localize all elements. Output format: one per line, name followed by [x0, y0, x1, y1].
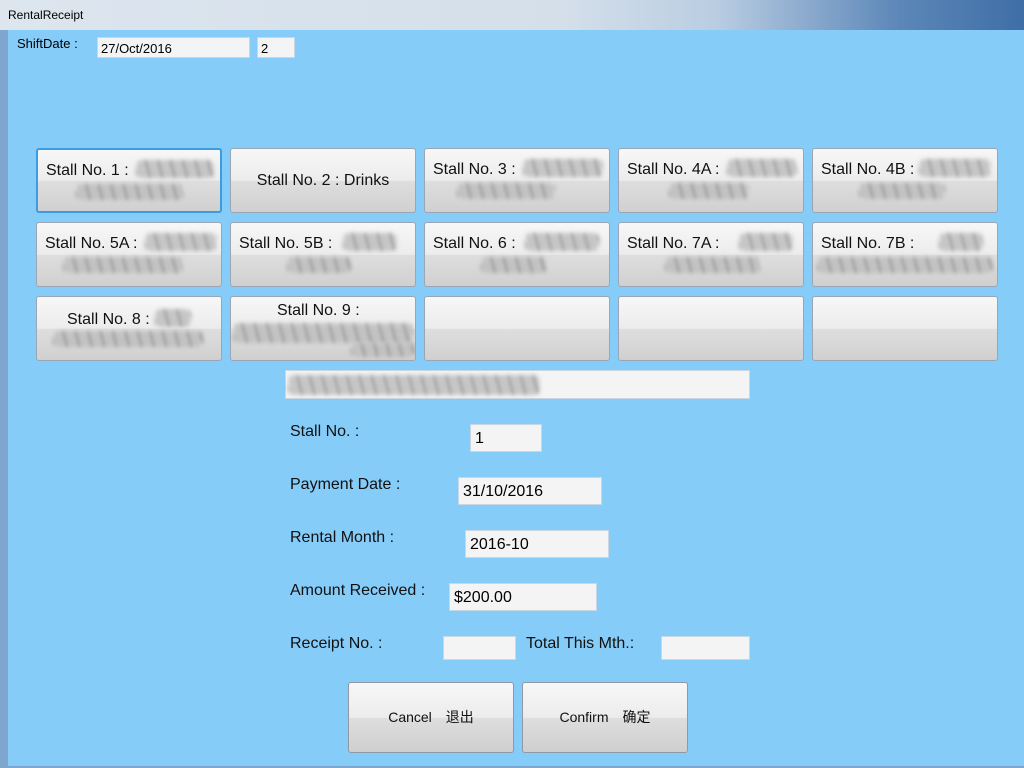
stall-button-7b[interactable]: Stall No. 7B :	[812, 222, 998, 287]
window-title-bar[interactable]: RentalReceipt	[0, 0, 1024, 31]
rental-month-label: Rental Month :	[290, 529, 395, 546]
redacted-text	[919, 159, 991, 177]
stall-button-8[interactable]: Stall No. 8 :	[36, 296, 222, 361]
redacted-text	[523, 159, 603, 177]
stall-name-field[interactable]	[285, 370, 750, 399]
stall-button-3[interactable]: Stall No. 3 :	[424, 148, 610, 213]
redacted-text	[136, 160, 214, 178]
payment-date-field[interactable]: 31/10/2016	[458, 477, 602, 505]
redacted-text	[665, 257, 761, 273]
amount-received-label: Amount Received :	[290, 582, 426, 599]
stall-button-empty-3[interactable]	[812, 296, 998, 361]
redacted-text	[859, 183, 945, 199]
rental-month-field[interactable]: 2016-10	[465, 530, 609, 558]
total-this-month-field[interactable]	[661, 636, 750, 660]
redacted-text	[669, 183, 749, 199]
stall-button-empty-2[interactable]	[618, 296, 804, 361]
stall-button-2[interactable]: Stall No. 2 : Drinks	[230, 148, 416, 213]
window-frame-left	[0, 30, 8, 768]
redacted-text	[287, 257, 351, 273]
redacted-text	[727, 159, 797, 177]
stall-button-6[interactable]: Stall No. 6 :	[424, 222, 610, 287]
confirm-button[interactable]: Confirm 确定	[522, 682, 688, 753]
stall-button-1[interactable]: Stall No. 1 :	[36, 148, 222, 213]
stall-button-7a[interactable]: Stall No. 7A :	[618, 222, 804, 287]
stall-button-label: Stall No. 9 :	[277, 302, 360, 319]
receipt-no-label: Receipt No. :	[290, 635, 383, 652]
redacted-text	[145, 233, 217, 251]
redacted-text	[343, 233, 397, 251]
redacted-text	[457, 183, 555, 199]
amount-received-field[interactable]: $200.00	[449, 583, 597, 611]
redacted-text	[288, 375, 540, 395]
redacted-text	[155, 309, 191, 327]
stall-button-4a[interactable]: Stall No. 4A :	[618, 148, 804, 213]
stall-button-5a[interactable]: Stall No. 5A :	[36, 222, 222, 287]
shift-date-field[interactable]: 27/Oct/2016	[97, 37, 250, 58]
redacted-text	[817, 257, 993, 273]
stall-button-5b[interactable]: Stall No. 5B :	[230, 222, 416, 287]
redacted-text	[351, 343, 415, 357]
cancel-label-en: Cancel	[388, 709, 432, 725]
redacted-text	[481, 257, 547, 273]
confirm-label-en: Confirm	[559, 709, 609, 725]
redacted-text	[233, 323, 413, 343]
stall-button-empty-1[interactable]	[424, 296, 610, 361]
redacted-text	[76, 184, 184, 200]
stall-button-4b[interactable]: Stall No. 4B :	[812, 148, 998, 213]
redacted-text	[739, 233, 793, 251]
stall-no-label: Stall No. :	[290, 423, 360, 440]
redacted-text	[939, 233, 983, 251]
shift-date-label: ShiftDate :	[17, 36, 78, 51]
receipt-no-field[interactable]	[443, 636, 516, 660]
window-title: RentalReceipt	[8, 8, 84, 22]
cancel-button[interactable]: Cancel 退出	[348, 682, 514, 753]
payment-date-label: Payment Date :	[290, 476, 401, 493]
stall-button-label: Stall No. 8 :	[67, 311, 150, 328]
confirm-label-zh: 确定	[622, 709, 651, 725]
total-this-month-label: Total This Mth.:	[526, 635, 635, 652]
cancel-label-zh: 退出	[445, 709, 474, 725]
stall-button-label: Stall No. 2 : Drinks	[256, 172, 390, 189]
redacted-text	[525, 233, 599, 251]
stall-button-9[interactable]: Stall No. 9 :	[230, 296, 416, 361]
redacted-text	[53, 331, 203, 347]
shift-number-field[interactable]: 2	[257, 37, 295, 58]
stall-no-field[interactable]: 1	[470, 424, 542, 452]
redacted-text	[63, 257, 183, 273]
